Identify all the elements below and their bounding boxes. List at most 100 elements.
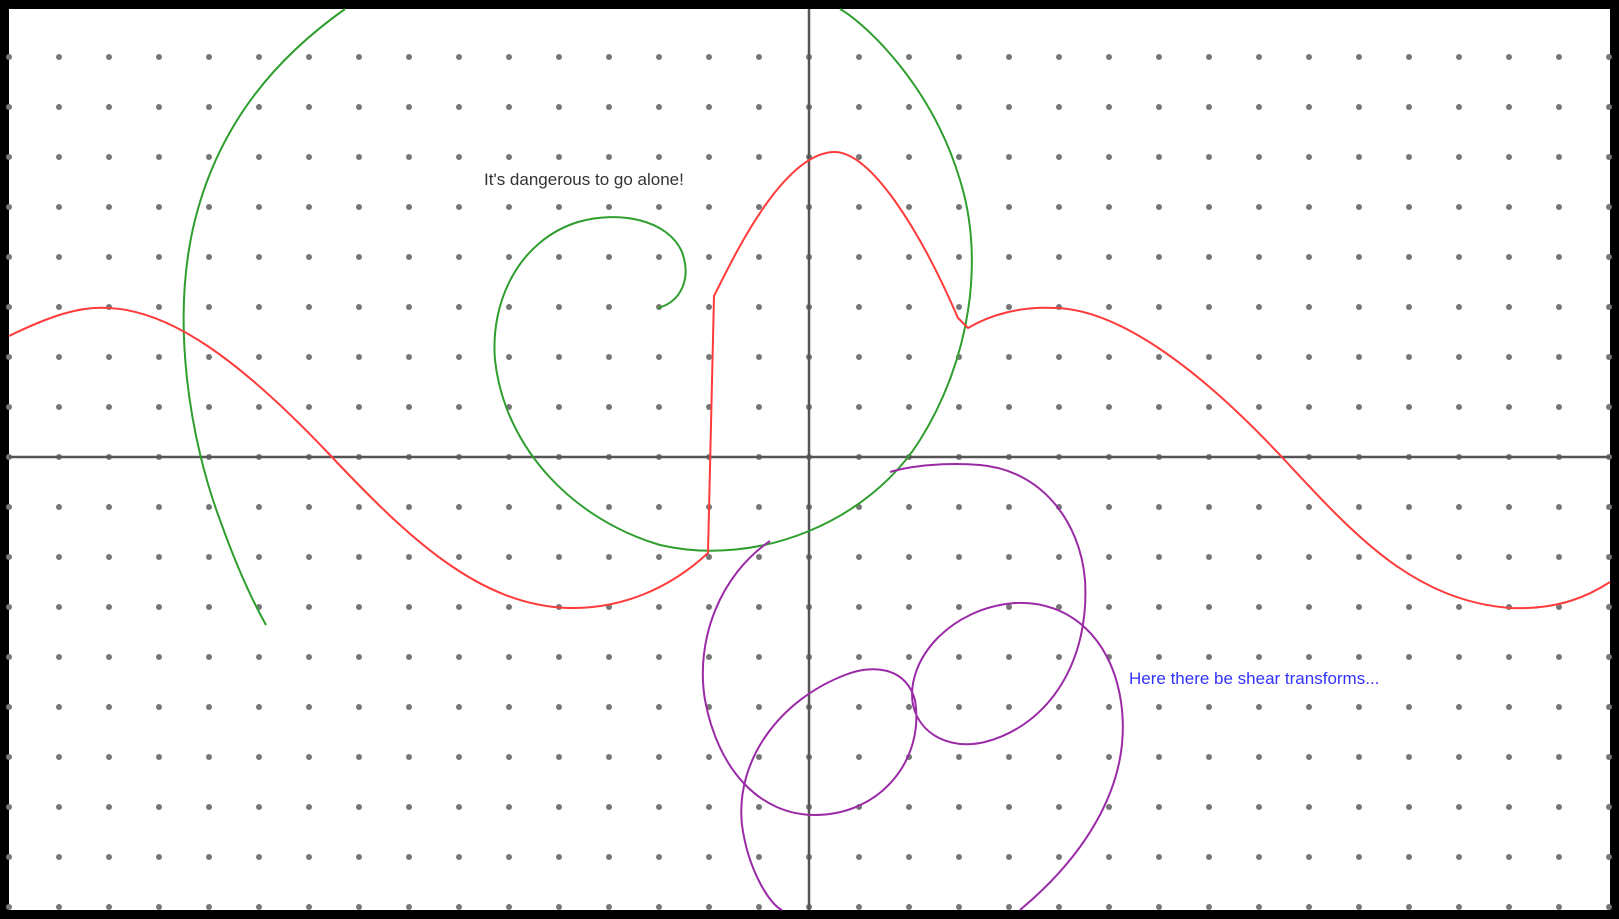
grid-dot (156, 404, 162, 410)
grid-dot (1356, 404, 1362, 410)
grid-dot (1106, 204, 1112, 210)
grid-dot (456, 654, 462, 660)
grid-dot (1106, 904, 1112, 910)
grid-dot (1506, 254, 1512, 260)
grid-dot (756, 304, 762, 310)
grid-dot (1206, 604, 1212, 610)
grid-dot (656, 854, 662, 860)
grid-dot (306, 554, 312, 560)
grid-dot (256, 304, 262, 310)
grid-dot (456, 204, 462, 210)
grid-dot (1156, 204, 1162, 210)
grid-dot (1206, 654, 1212, 660)
grid-dot (1106, 54, 1112, 60)
grid-dot (256, 204, 262, 210)
grid-dot (1306, 504, 1312, 510)
grid-dot (1556, 354, 1562, 360)
grid-dot (256, 254, 262, 260)
grid-dot (1306, 54, 1312, 60)
grid-dot (706, 104, 712, 110)
grid-dot (1256, 604, 1262, 610)
grid-dot (1156, 804, 1162, 810)
grid-dot (1606, 654, 1612, 660)
grid-dot (506, 904, 512, 910)
grid-dot (1556, 504, 1562, 510)
grid-dot (1556, 304, 1562, 310)
grid-dot (1106, 404, 1112, 410)
grid-dot (1356, 204, 1362, 210)
grid-dot (1306, 554, 1312, 560)
grid-dot (206, 854, 212, 860)
grid-dot (156, 604, 162, 610)
grid-dot (656, 754, 662, 760)
grid-dot (56, 704, 62, 710)
grid-dot (706, 604, 712, 610)
grid-dot (6, 554, 12, 560)
grid-dot (756, 254, 762, 260)
grid-dot (106, 604, 112, 610)
grid-dot (506, 654, 512, 660)
grid-dot (156, 854, 162, 860)
grid-dot (256, 854, 262, 860)
grid-dot (1306, 804, 1312, 810)
grid-dot (1206, 854, 1212, 860)
grid-dot (1556, 254, 1562, 260)
grid-dot (456, 304, 462, 310)
grid-dot (1306, 404, 1312, 410)
grid-dot (1256, 354, 1262, 360)
grid-dot (606, 304, 612, 310)
graph-canvas[interactable]: It's dangerous to go alone! Here there b… (0, 0, 1619, 919)
grid-dot (1456, 854, 1462, 860)
grid-dot (1256, 304, 1262, 310)
grid-dot (1006, 354, 1012, 360)
grid-dot (1606, 254, 1612, 260)
grid-dot (1206, 254, 1212, 260)
grid-dot (56, 554, 62, 560)
grid-dot (1206, 354, 1212, 360)
grid-dot (906, 554, 912, 560)
grid-dot (456, 54, 462, 60)
grid-dot (1556, 704, 1562, 710)
grid-dot (956, 704, 962, 710)
grid-dot (1606, 404, 1612, 410)
grid-dot (556, 104, 562, 110)
grid-dot (106, 404, 112, 410)
grid-dot (656, 554, 662, 560)
grid-dot (6, 904, 12, 910)
grid-dot (1606, 704, 1612, 710)
grid-dot (556, 704, 562, 710)
grid-dot (606, 904, 612, 910)
grid-dot (356, 854, 362, 860)
grid-dot (406, 54, 412, 60)
grid-dot (406, 654, 412, 660)
grid-dot (756, 804, 762, 810)
grid-dot (1456, 554, 1462, 560)
grid-dot (356, 604, 362, 610)
grid-dot (6, 504, 12, 510)
grid-dot (1406, 904, 1412, 910)
grid-dot (606, 854, 612, 860)
grid-dot (256, 754, 262, 760)
grid-dot (356, 204, 362, 210)
grid-dot (306, 804, 312, 810)
grid-dot (406, 254, 412, 260)
grid-dot (1556, 54, 1562, 60)
grid-dot (1556, 754, 1562, 760)
grid-dot (1406, 604, 1412, 610)
grid-dot (756, 204, 762, 210)
grid-dot (456, 804, 462, 810)
grid-dot (1606, 54, 1612, 60)
grid-dot (1606, 854, 1612, 860)
grid-dot (1356, 304, 1362, 310)
grid-dot (106, 104, 112, 110)
grid-dot (456, 354, 462, 360)
graph-window: It's dangerous to go alone! Here there b… (0, 0, 1619, 919)
grid-dot (106, 654, 112, 660)
grid-dot (406, 354, 412, 360)
grid-dot (206, 304, 212, 310)
grid-dot (706, 254, 712, 260)
grid-dot (1606, 154, 1612, 160)
grid-dot (1406, 504, 1412, 510)
grid-dot (1056, 654, 1062, 660)
grid-dot (856, 604, 862, 610)
